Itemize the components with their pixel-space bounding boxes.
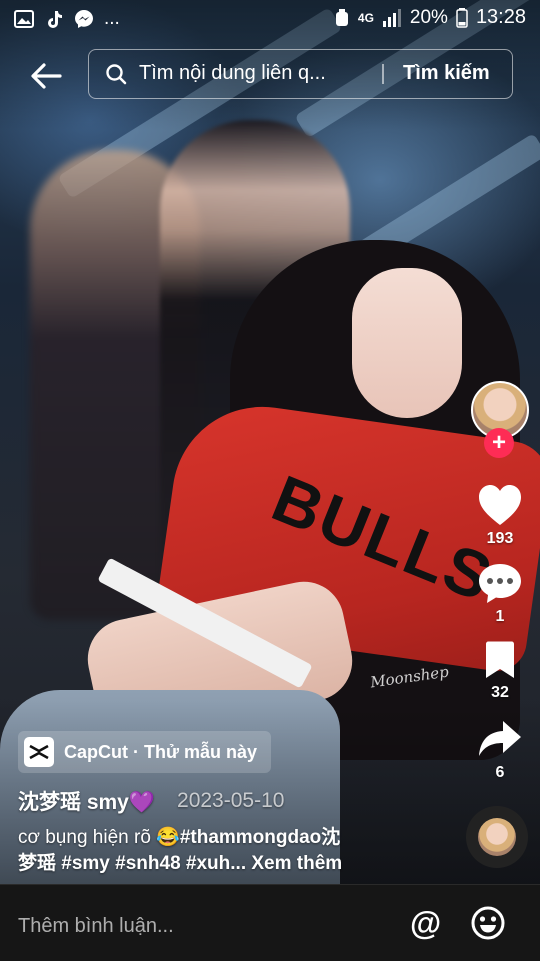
follow-button[interactable]: + [484, 428, 514, 458]
caption-text: cơ bụng hiện rõ 😂 [18, 827, 180, 848]
video-caption: cơ bụng hiện rõ 😂#thammongdao沈 梦瑶 #smy #… [18, 825, 438, 877]
like-count: 193 [486, 530, 514, 547]
main-dancer-face [352, 268, 462, 418]
alarm-icon [335, 8, 348, 26]
battery-icon [456, 7, 468, 28]
more-notifications: ... [104, 8, 120, 29]
gallery-icon [14, 10, 34, 28]
caption-hashtags[interactable]: 梦瑶 #smy #snh48 #xuh... [18, 853, 246, 874]
messenger-icon [75, 10, 93, 28]
author-row[interactable]: 沈梦瑶 smy💜 2023-05-10 [18, 786, 284, 816]
comment-input[interactable]: Thêm bình luận... [18, 915, 174, 938]
capcut-logo-icon [24, 737, 54, 767]
capcut-template-tag[interactable]: CapCut · Thử mẫu này [18, 731, 272, 773]
capcut-label: CapCut · Thử mẫu này [64, 741, 258, 762]
search-divider [382, 64, 384, 84]
search-bar[interactable]: Tìm nội dung liên q... Tìm kiếm [88, 49, 513, 99]
signal-icon [382, 8, 401, 27]
save-count: 32 [491, 684, 509, 701]
back-arrow-icon[interactable] [26, 56, 66, 96]
network-type: 4G [357, 10, 374, 25]
see-more-link[interactable]: Xem thêm [251, 853, 342, 874]
status-bar: ... 4G 20% 13:28 [0, 0, 540, 36]
video-frame[interactable]: BULLS Moonshep [0, 0, 540, 960]
post-date: 2023-05-10 [177, 789, 285, 812]
notification-icons: ... [14, 8, 120, 30]
system-indicators: 4G 20% 13:28 [334, 6, 526, 29]
share-arrow-icon [479, 721, 521, 756]
save-button[interactable]: 32 [470, 640, 530, 702]
tiktok-icon [48, 11, 62, 28]
author-name[interactable]: 沈梦瑶 smy💜 [18, 786, 155, 816]
comment-bar: Thêm bình luận... @ [0, 884, 540, 961]
search-input[interactable]: Tìm nội dung liên q... [139, 62, 374, 85]
comment-icon [479, 564, 521, 603]
music-disc[interactable] [466, 806, 528, 868]
comment-count: 1 [495, 608, 505, 625]
mention-at-icon[interactable]: @ [410, 905, 441, 942]
comment-button[interactable]: 1 [470, 562, 530, 626]
like-button[interactable]: 193 [470, 484, 530, 548]
emoji-icon[interactable] [470, 905, 506, 941]
hashtag-link[interactable]: #thammongdao沈 [180, 827, 340, 848]
share-button[interactable]: 6 [470, 718, 530, 782]
heart-icon [479, 485, 521, 525]
search-button[interactable]: Tìm kiếm [403, 62, 490, 85]
clock: 13:28 [475, 6, 526, 28]
bookmark-icon [486, 641, 514, 678]
battery-percent: 20% [409, 6, 448, 28]
share-count: 6 [495, 764, 505, 781]
music-disc-cover [478, 818, 516, 856]
search-icon [106, 64, 127, 85]
